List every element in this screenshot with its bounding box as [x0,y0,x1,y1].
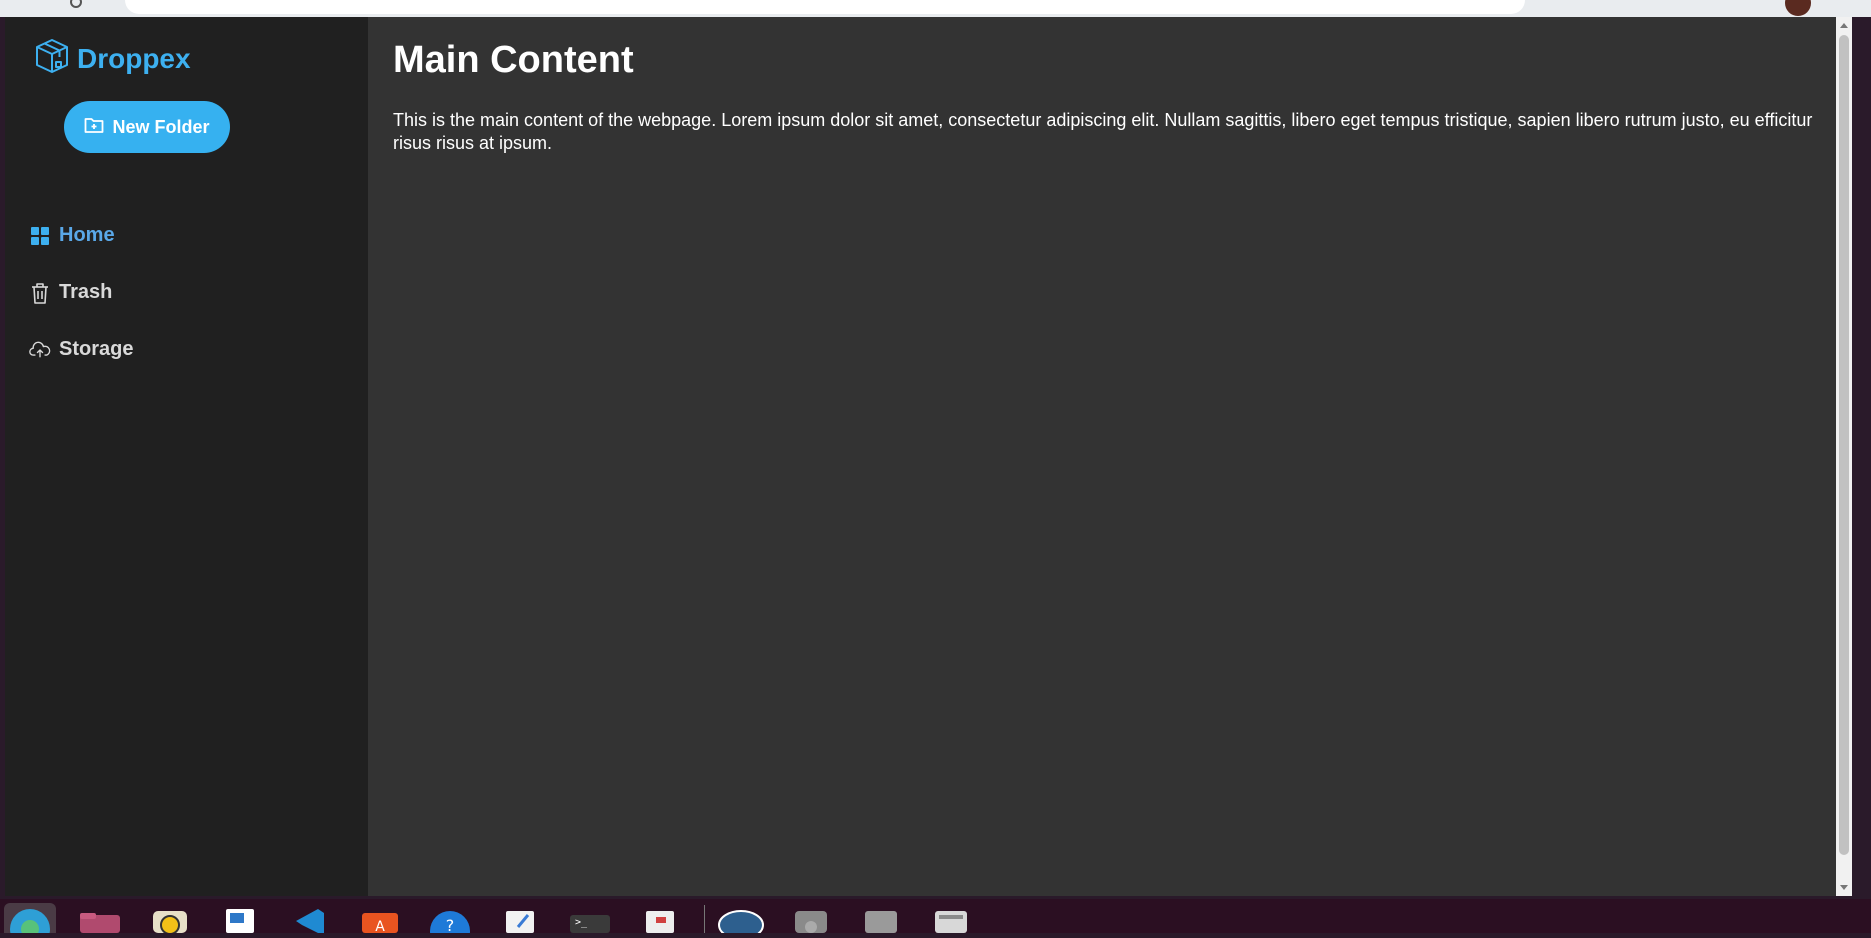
trash-icon [29,282,51,304]
browser-toolbar [0,0,1871,17]
box-logo-icon [33,37,71,80]
reload-icon[interactable] [70,0,82,8]
disk-icon[interactable] [785,903,837,933]
writer-icon[interactable] [214,903,266,933]
sidebar-item-label: Trash [59,281,113,303]
main-content: Main Content This is the main content of… [368,17,1852,896]
taskbar-dock: A ? >_ [0,899,1871,938]
drive-icon[interactable] [855,903,907,933]
main-paragraph: This is the main content of the webpage.… [393,110,1813,153]
vscode-icon[interactable] [284,903,336,933]
brand[interactable]: Droppex [33,37,191,80]
sidebar: Droppex New Folder Home Trash Storage [5,17,368,896]
scrollbar-thumb[interactable] [1839,35,1849,855]
page-title: Main Content [393,39,634,81]
sidebar-item-home[interactable]: Home [29,207,349,264]
files-icon[interactable] [74,903,126,933]
svg-text:?: ? [446,916,455,933]
dock-separator [704,905,705,933]
grid-icon [29,225,51,247]
scroll-up-icon[interactable] [1840,23,1848,28]
pgadmin-icon[interactable] [715,903,767,938]
new-folder-label: New Folder [112,116,210,137]
browser-icon[interactable] [4,903,56,938]
sidebar-item-label: Storage [59,338,134,360]
new-folder-button[interactable]: New Folder [64,101,230,153]
help-icon[interactable]: ? [424,903,476,938]
cloud-upload-icon [29,339,51,361]
profile-avatar[interactable] [1785,0,1811,16]
page-viewport: Droppex New Folder Home Trash Storage Ma… [5,17,1852,896]
text-editor-icon[interactable] [494,903,546,933]
sidebar-nav: Home Trash Storage [29,207,349,378]
vertical-scrollbar[interactable] [1836,17,1852,896]
sidebar-item-label: Home [59,224,115,246]
svg-text:>_: >_ [575,917,588,928]
sidebar-item-storage[interactable]: Storage [29,321,349,378]
address-bar[interactable] [125,0,1525,14]
svg-text:A: A [375,919,385,933]
rhythmbox-icon[interactable] [144,903,196,935]
folder-plus-icon [84,116,104,139]
app-center-icon[interactable]: A [354,903,406,935]
brand-name: Droppex [77,42,191,74]
removable-drive-icon[interactable] [925,903,977,933]
scroll-down-icon[interactable] [1840,885,1848,890]
document-viewer-icon[interactable] [634,903,686,933]
sidebar-item-trash[interactable]: Trash [29,264,349,321]
terminal-icon[interactable]: >_ [564,903,616,933]
